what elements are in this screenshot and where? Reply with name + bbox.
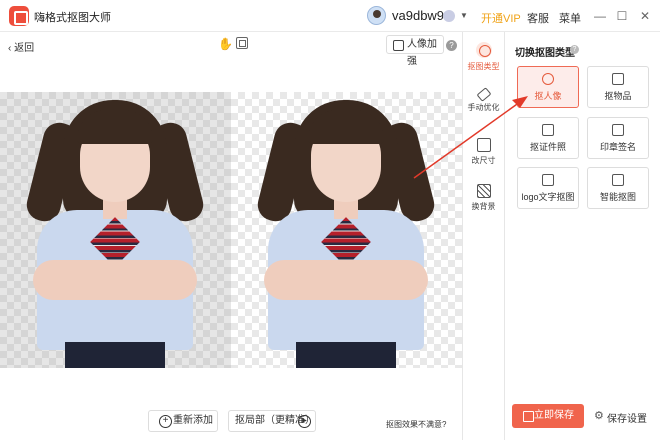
local-cutout-button[interactable]: 抠局部（更精准） xyxy=(228,410,316,432)
rail-resize[interactable]: 改尺寸 xyxy=(463,134,504,180)
box-icon xyxy=(612,73,624,85)
user-avatar[interactable] xyxy=(367,6,386,25)
rail-cutout-type[interactable]: 抠图类型 xyxy=(463,38,504,84)
fit-screen-icon[interactable] xyxy=(236,37,248,49)
type-label: 智能抠图 xyxy=(599,192,636,202)
eraser-icon xyxy=(476,87,491,102)
readd-button[interactable]: 重新添加 xyxy=(148,410,218,432)
type-logo-text-button[interactable]: logo文字抠图 xyxy=(517,167,579,209)
original-image-pane xyxy=(0,92,231,368)
help-icon[interactable]: ? xyxy=(446,40,457,51)
panel-title: 切换抠图类型 xyxy=(515,48,575,59)
type-portrait-button[interactable]: 抠人像 xyxy=(517,66,579,108)
type-label: 抠物品 xyxy=(604,91,632,101)
type-label: 抠证件照 xyxy=(529,142,566,152)
person-icon xyxy=(542,73,554,85)
type-label: 抠人像 xyxy=(534,91,562,101)
app-title: 嗨格式抠图大师 xyxy=(34,12,111,24)
unsatisfied-link[interactable]: 抠图效果不满意? xyxy=(386,419,446,430)
title-bar: 嗨格式抠图大师 va9dbw9 ▼ 开通VIP 客服 菜单 — ☐ ✕ xyxy=(0,0,660,32)
id-card-icon xyxy=(542,124,554,136)
type-object-button[interactable]: 抠物品 xyxy=(587,66,649,108)
rail-change-background[interactable]: 换背景 xyxy=(463,180,504,226)
preview-area xyxy=(0,92,462,368)
result-image-pane xyxy=(231,92,462,368)
username[interactable]: va9dbw9 xyxy=(392,8,444,23)
resize-icon xyxy=(476,138,491,152)
rail-label: 改尺寸 xyxy=(471,156,496,165)
chevron-down-icon[interactable]: ▼ xyxy=(460,11,468,20)
save-now-button[interactable]: 立即保存 xyxy=(512,404,584,428)
rail-label: 手动优化 xyxy=(467,103,500,112)
maximize-icon[interactable]: ☐ xyxy=(614,8,630,24)
type-seal-signature-button[interactable]: 印章签名 xyxy=(587,117,649,159)
customer-service-link[interactable]: 客服 xyxy=(527,10,549,26)
rail-manual-optimize[interactable]: 手动优化 xyxy=(463,86,504,132)
save-settings-button[interactable]: 保存设置 xyxy=(594,409,647,425)
rail-label: 抠图类型 xyxy=(467,62,500,71)
original-photo xyxy=(23,92,207,368)
smart-icon xyxy=(612,174,624,186)
app-logo-icon xyxy=(9,6,29,26)
logo-icon xyxy=(542,174,554,186)
back-button[interactable]: ‹ 返回 xyxy=(8,39,34,54)
stamp-icon xyxy=(612,124,624,136)
close-icon[interactable]: ✕ xyxy=(637,8,653,24)
hand-pan-icon[interactable]: ✋ xyxy=(218,37,233,51)
divider xyxy=(504,32,505,440)
type-label: logo文字抠图 xyxy=(521,192,575,202)
rail-label: 换背景 xyxy=(471,202,496,211)
type-id-photo-button[interactable]: 抠证件照 xyxy=(517,117,579,159)
back-label: 返回 xyxy=(14,43,35,54)
background-icon xyxy=(476,184,491,198)
help-icon[interactable]: ? xyxy=(570,45,579,54)
preview-toolbar: ‹ 返回 ✋ 人像加强 ? xyxy=(0,32,462,67)
cutout-icon xyxy=(475,42,492,58)
vip-link[interactable]: 开通VIP xyxy=(481,10,521,26)
type-smart-button[interactable]: 智能抠图 xyxy=(587,167,649,209)
cutout-result-photo xyxy=(254,92,438,368)
vip-badge-icon xyxy=(443,10,455,22)
portrait-enhance-button[interactable]: 人像加强 xyxy=(386,35,444,67)
menu-link[interactable]: 菜单 xyxy=(559,10,581,26)
minimize-icon[interactable]: — xyxy=(592,8,608,24)
type-label: 印章签名 xyxy=(599,142,636,152)
